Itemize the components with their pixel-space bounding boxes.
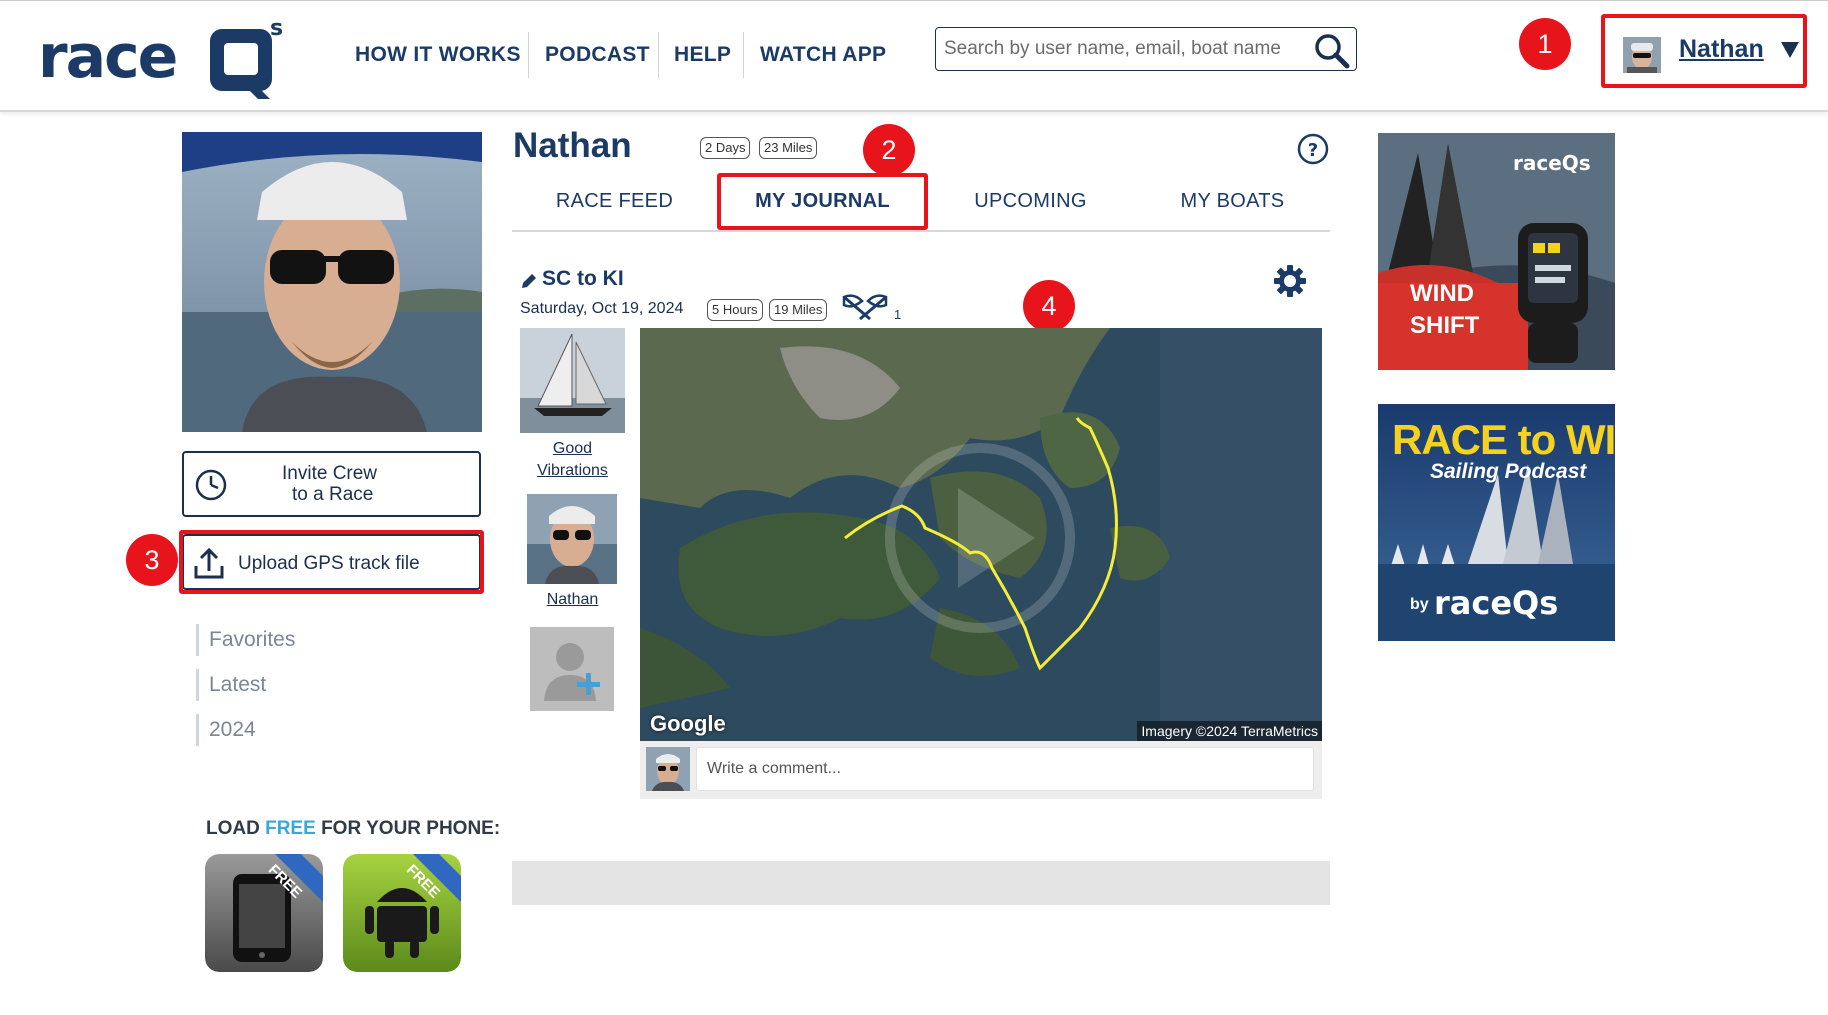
ad-podcast-title: RACE to WIN [1392, 416, 1615, 463]
callout-badge-2: 2 [863, 124, 915, 176]
filter-2024[interactable]: 2024 [196, 714, 256, 746]
user-menu[interactable]: Nathan [1601, 14, 1807, 88]
nav-divider [658, 32, 659, 78]
map-credit: Imagery ©2024 TerraMetrics [1137, 721, 1322, 741]
nav-divider [743, 32, 744, 78]
filter-favorites[interactable]: Favorites [196, 624, 295, 656]
invite-crew-label-line2: to a Race [292, 484, 374, 505]
user-name-link[interactable]: Nathan [1679, 35, 1764, 64]
search-box [935, 27, 1357, 71]
tab-race-feed[interactable]: RACE FEED [512, 178, 717, 224]
journal-date: Saturday, Oct 19, 2024 [520, 300, 684, 317]
invite-crew-label-line1: Invite Crew [282, 463, 378, 484]
loading-placeholder [512, 861, 1330, 905]
svg-text:s: s [270, 16, 283, 41]
svg-text:?: ? [1308, 140, 1318, 161]
hours-badge: 5 Hours [707, 299, 763, 321]
pencil-icon[interactable] [520, 272, 538, 290]
callout-badge-4: 4 [1023, 280, 1075, 332]
filter-latest[interactable]: Latest [196, 669, 266, 701]
search-input[interactable] [944, 34, 1304, 64]
map-google-brand: Google [650, 711, 726, 736]
search-icon[interactable] [1312, 31, 1350, 69]
highlight-my-journal [717, 173, 928, 230]
nav-divider [528, 32, 529, 78]
android-app-button[interactable]: FREE [343, 854, 461, 972]
callout-badge-3: 3 [126, 534, 178, 586]
nav-how-it-works[interactable]: HOW IT WORKS [355, 33, 521, 77]
invite-crew-button[interactable]: Invite Crew to a Race [182, 451, 481, 517]
tab-upcoming[interactable]: UPCOMING [928, 178, 1133, 224]
nav-watch-app[interactable]: WATCH APP [760, 33, 886, 77]
svg-text:race: race [38, 22, 176, 92]
flag-count: 1 [894, 307, 902, 322]
iphone-icon [205, 854, 323, 972]
ad-headline: WIND SHIFT [1410, 280, 1480, 339]
add-crew-button[interactable] [530, 627, 614, 711]
avatar [646, 747, 690, 791]
help-icon[interactable]: ? [1297, 133, 1329, 165]
wind-shift-ad[interactable]: raceQs WIND SHIFT [1378, 133, 1615, 370]
android-icon [343, 854, 461, 972]
crossed-flags-icon[interactable] [840, 293, 890, 321]
ad-brand: raceQs [1513, 151, 1591, 175]
ios-app-button[interactable]: FREE [205, 854, 323, 972]
avatar [1623, 37, 1661, 73]
boat-link[interactable]: Good Vibrations [520, 438, 625, 482]
track-map[interactable]: Google Imagery ©2024 TerraMetrics [640, 328, 1322, 741]
miles-badge: 23 Miles [759, 137, 818, 159]
nav-podcast[interactable]: PODCAST [545, 33, 650, 77]
crew-link[interactable]: Nathan [520, 589, 625, 611]
highlight-upload [179, 530, 484, 594]
raceqs-logo[interactable]: race s [38, 15, 300, 105]
gear-icon[interactable] [1273, 264, 1307, 298]
add-person-icon [530, 627, 614, 711]
comment-bar [640, 741, 1322, 799]
profile-photo [182, 132, 482, 432]
ad-by: by [1410, 596, 1429, 613]
nav-help[interactable]: HELP [674, 33, 731, 77]
crew-avatar[interactable] [527, 494, 617, 584]
comment-input[interactable] [696, 747, 1314, 791]
boat-photo[interactable] [520, 328, 625, 433]
days-badge: 2 Days [700, 137, 751, 159]
tab-my-boats[interactable]: MY BOATS [1130, 178, 1335, 224]
app-promo-title: LOAD FREE FOR YOUR PHONE: [206, 818, 501, 839]
race-to-win-podcast-ad[interactable]: RACE to WIN Sailing Podcast by raceQs [1378, 404, 1615, 641]
journal-miles-badge: 19 Miles [769, 299, 828, 321]
journal-entry-title[interactable]: SC to KI [542, 267, 624, 291]
ad-podcast-subtitle: Sailing Podcast [1430, 460, 1587, 483]
callout-badge-1: 1 [1519, 18, 1571, 70]
ad-brand: raceQs [1434, 584, 1559, 622]
clock-icon [195, 469, 227, 501]
tabs-underline [512, 230, 1330, 232]
page-title: Nathan [513, 126, 632, 165]
chevron-down-icon[interactable] [1781, 42, 1799, 58]
